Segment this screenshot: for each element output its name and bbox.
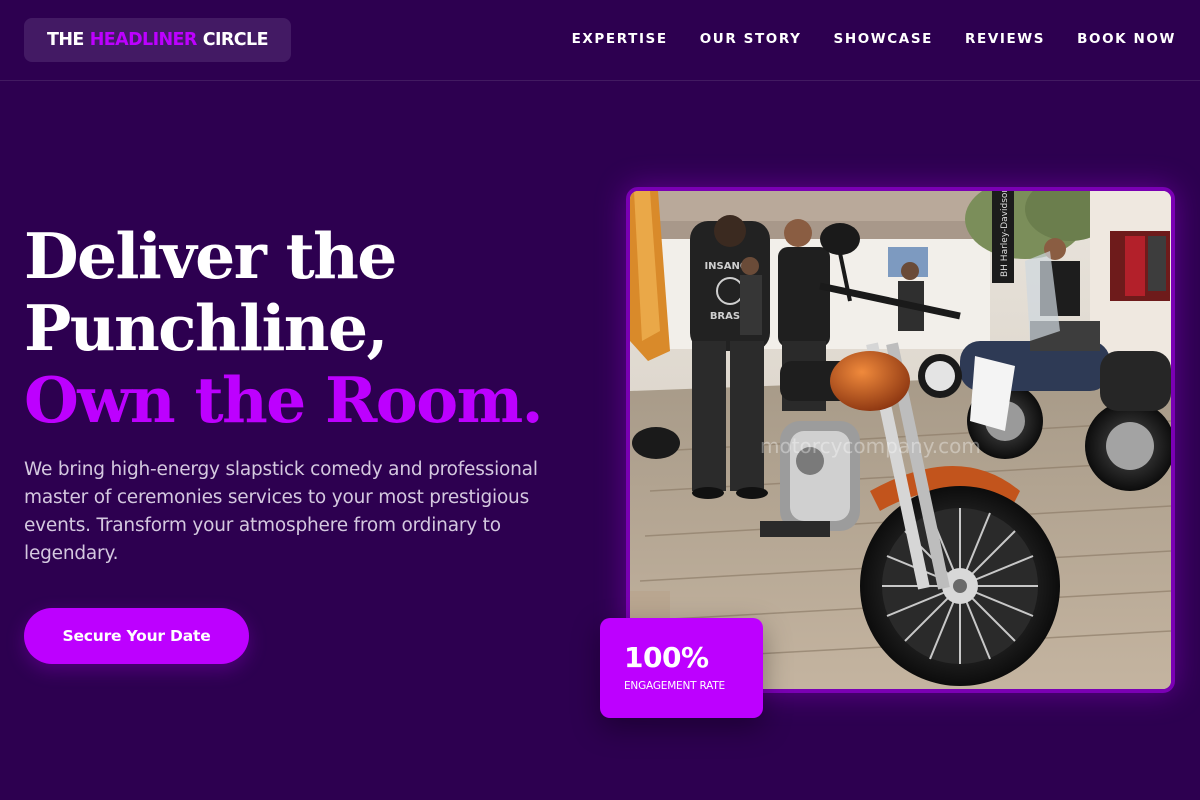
hero-heading-line-1: Deliver the: [24, 219, 397, 293]
main-nav: EXPERTISE OUR STORY SHOWCASE REVIEWS BOO…: [572, 29, 1176, 49]
hero-heading-highlight: Own the Room.: [24, 363, 544, 437]
site-header: THE HEADLINER CIRCLE EXPERTISE OUR STORY S…: [0, 0, 1200, 81]
image-watermark: motorcycompany.com: [760, 434, 981, 458]
harley-banner-text: BH Harley-Davidson: [1000, 191, 1010, 277]
motorcycle-scene-image: BH Harley-Davidson INSANOS BRASIL motorc…: [630, 191, 1171, 689]
engagement-stat-card: 100% ENGAGEMENT RATE: [600, 618, 763, 718]
nav-link-our-story[interactable]: OUR STORY: [700, 31, 802, 47]
hero-description: We bring high-energy slapstick comedy an…: [24, 459, 538, 564]
brand-part-headliner: HEADLINER: [89, 30, 198, 50]
stat-value: 100%: [624, 641, 709, 674]
secure-your-date-button[interactable]: Secure Your Date: [24, 608, 249, 664]
hero-heading: Deliver the Punchline, Own the Room.: [24, 220, 584, 436]
nav-link-expertise[interactable]: EXPERTISE: [572, 31, 668, 47]
nav-link-book-now[interactable]: BOOK NOW: [1077, 31, 1176, 47]
brand-logo[interactable]: THE HEADLINER CIRCLE: [24, 18, 291, 62]
stat-label: ENGAGEMENT RATE: [624, 680, 725, 692]
brand-part-circle: CIRCLE: [202, 30, 269, 50]
brand-part-the: THE: [47, 30, 84, 50]
nav-link-showcase[interactable]: SHOWCASE: [834, 31, 934, 47]
nav-link-reviews[interactable]: REVIEWS: [965, 31, 1045, 47]
hero-heading-line-2: Punchline,: [24, 291, 388, 365]
